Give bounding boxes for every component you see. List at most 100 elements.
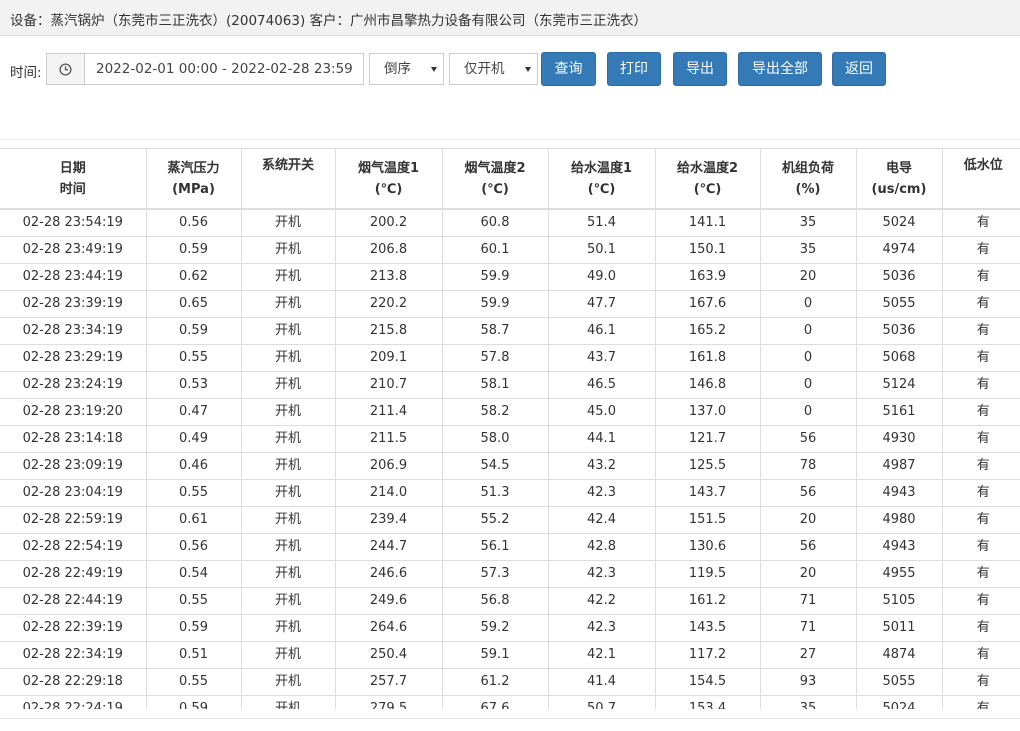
table-cell-system-switch: 开机	[240, 371, 335, 399]
table-cell-steam-pressure: 0.53	[145, 371, 241, 399]
table-cell-system-switch: 开机	[240, 452, 335, 480]
column-header-system-switch[interactable]: 系统开关	[240, 148, 335, 210]
table-cell-flue-temp-1: 279.5	[334, 695, 442, 709]
table-cell-conductivity: 4955	[855, 560, 942, 588]
table-row: 02-28 22:29:18 0.55 开机 257.7 61.2 41.4 154.5 93…	[0, 668, 1020, 696]
table-cell-flue-temp-2: 59.1	[441, 641, 548, 669]
table-cell-feedwater-temp-1: 42.1	[547, 641, 655, 669]
table-cell-flue-temp-2: 58.7	[441, 317, 548, 345]
column-header-flue-temp-1[interactable]: 烟气温度1 (℃)	[334, 148, 442, 210]
table-cell-conductivity: 5124	[855, 371, 942, 399]
table-cell-conductivity: 4980	[855, 506, 942, 534]
column-header-date-time[interactable]: 日期 时间	[0, 148, 146, 210]
clock-icon	[59, 62, 72, 76]
table-cell-date-time: 02-28 22:59:19	[0, 506, 146, 534]
date-range-input[interactable]: 2022-02-01 00:00 - 2022-02-28 23:59	[84, 53, 364, 85]
table-cell-date-time: 02-28 23:24:19	[0, 371, 146, 399]
table-cell-feedwater-temp-2: 121.7	[654, 425, 760, 453]
table-cell-unit-load: 35	[759, 236, 856, 264]
table-cell-low-water-level: 有	[941, 371, 1020, 399]
table-cell-system-switch: 开机	[240, 695, 335, 709]
table-cell-feedwater-temp-1: 42.3	[547, 479, 655, 507]
table-cell-steam-pressure: 0.46	[145, 452, 241, 480]
table-cell-conductivity: 4930	[855, 425, 942, 453]
table-cell-flue-temp-1: 239.4	[334, 506, 442, 534]
clock-icon-addon[interactable]	[46, 53, 84, 85]
table-cell-feedwater-temp-2: 143.7	[654, 479, 760, 507]
table-cell-unit-load: 71	[759, 587, 856, 615]
run-status-select[interactable]: 仅开机	[449, 53, 538, 85]
table-cell-feedwater-temp-1: 43.2	[547, 452, 655, 480]
table-cell-unit-load: 71	[759, 614, 856, 642]
table-cell-steam-pressure: 0.51	[145, 641, 241, 669]
table-cell-flue-temp-1: 211.4	[334, 398, 442, 426]
table-cell-feedwater-temp-1: 41.4	[547, 668, 655, 696]
table-cell-steam-pressure: 0.54	[145, 560, 241, 588]
column-header-label: 蒸汽压力	[167, 160, 220, 176]
device-info-bar: 设备：蒸汽锅炉（东莞市三正洗衣）(20074063) 客户：广州市昌擎热力设备有…	[0, 0, 1020, 36]
query-button[interactable]: 查询	[541, 52, 596, 86]
table-cell-date-time: 02-28 22:54:19	[0, 533, 146, 561]
table-cell-low-water-level: 有	[941, 668, 1020, 696]
table-cell-system-switch: 开机	[240, 398, 335, 426]
table-cell-date-time: 02-28 22:24:19	[0, 695, 146, 709]
table-cell-feedwater-temp-2: 143.5	[654, 614, 760, 642]
table-row: 02-28 23:24:19 0.53 开机 210.7 58.1 46.5 146.8 0 5…	[0, 371, 1020, 399]
column-header-low-water-level[interactable]: 低水位	[941, 148, 1020, 210]
table-row: 02-28 22:39:19 0.59 开机 264.6 59.2 42.3 143.5 71…	[0, 614, 1020, 642]
sort-order-select[interactable]: 倒序	[369, 53, 444, 85]
table-cell-date-time: 02-28 23:44:19	[0, 263, 146, 291]
table-cell-steam-pressure: 0.56	[145, 533, 241, 561]
column-header-unit: (℃)	[481, 181, 509, 197]
column-header-unit: (℃)	[374, 181, 403, 197]
data-table: 日期 时间 蒸汽压力 (MPa) 系统开关 烟气温度1 (℃) 烟气温度2 (℃) 给水温度1 (℃…	[0, 148, 1020, 709]
table-cell-steam-pressure: 0.55	[145, 479, 241, 507]
column-header-unit: (℃)	[587, 181, 616, 197]
back-button[interactable]: 返回	[832, 52, 886, 86]
sort-order-value: 倒序	[384, 61, 411, 77]
table-cell-conductivity: 4974	[855, 236, 942, 264]
table-cell-flue-temp-1: 213.8	[334, 263, 442, 291]
table-cell-unit-load: 20	[759, 506, 856, 534]
table-cell-unit-load: 56	[759, 479, 856, 507]
column-header-unit-load[interactable]: 机组负荷 (%)	[759, 148, 856, 210]
table-cell-flue-temp-2: 59.9	[441, 263, 548, 291]
export-all-button[interactable]: 导出全部	[738, 52, 822, 86]
column-header-conductivity[interactable]: 电导 (us/cm)	[855, 148, 942, 210]
data-table-container[interactable]: 日期 时间 蒸汽压力 (MPa) 系统开关 烟气温度1 (℃) 烟气温度2 (℃) 给水温度1 (℃…	[0, 148, 1020, 709]
table-cell-low-water-level: 有	[941, 398, 1020, 426]
column-header-label: 给水温度1	[570, 160, 633, 176]
column-header-unit: (℃)	[693, 181, 722, 197]
device-title: 设备：蒸汽锅炉（东莞市三正洗衣）(20074063) 客户：广州市昌擎热力设备有…	[10, 13, 648, 29]
divider	[0, 718, 1020, 719]
table-cell-system-switch: 开机	[240, 263, 335, 291]
table-cell-feedwater-temp-1: 47.7	[547, 290, 655, 318]
table-cell-flue-temp-2: 59.9	[441, 290, 548, 318]
table-cell-flue-temp-1: 215.8	[334, 317, 442, 345]
table-cell-flue-temp-2: 57.8	[441, 344, 548, 372]
table-cell-feedwater-temp-1: 46.1	[547, 317, 655, 345]
table-cell-low-water-level: 有	[941, 236, 1020, 264]
table-cell-feedwater-temp-2: 161.8	[654, 344, 760, 372]
table-cell-unit-load: 0	[759, 371, 856, 399]
column-header-feedwater-temp-1[interactable]: 给水温度1 (℃)	[547, 148, 655, 210]
table-cell-steam-pressure: 0.55	[145, 668, 241, 696]
column-header-feedwater-temp-2[interactable]: 给水温度2 (℃)	[654, 148, 760, 210]
table-cell-flue-temp-1: 200.2	[334, 209, 442, 237]
table-cell-system-switch: 开机	[240, 614, 335, 642]
table-cell-conductivity: 5055	[855, 290, 942, 318]
table-row: 02-28 23:34:19 0.59 开机 215.8 58.7 46.1 165.2 0 5…	[0, 317, 1020, 345]
table-cell-unit-load: 0	[759, 398, 856, 426]
table-cell-flue-temp-1: 244.7	[334, 533, 442, 561]
table-cell-flue-temp-2: 56.8	[441, 587, 548, 615]
table-row: 02-28 23:29:19 0.55 开机 209.1 57.8 43.7 161.8 0 5…	[0, 344, 1020, 372]
table-cell-flue-temp-1: 220.2	[334, 290, 442, 318]
print-button[interactable]: 打印	[607, 52, 661, 86]
table-cell-steam-pressure: 0.62	[145, 263, 241, 291]
table-cell-system-switch: 开机	[240, 290, 335, 318]
table-cell-flue-temp-1: 264.6	[334, 614, 442, 642]
export-button[interactable]: 导出	[673, 52, 727, 86]
column-header-steam-pressure[interactable]: 蒸汽压力 (MPa)	[145, 148, 241, 210]
table-cell-system-switch: 开机	[240, 317, 335, 345]
column-header-flue-temp-2[interactable]: 烟气温度2 (℃)	[441, 148, 548, 210]
